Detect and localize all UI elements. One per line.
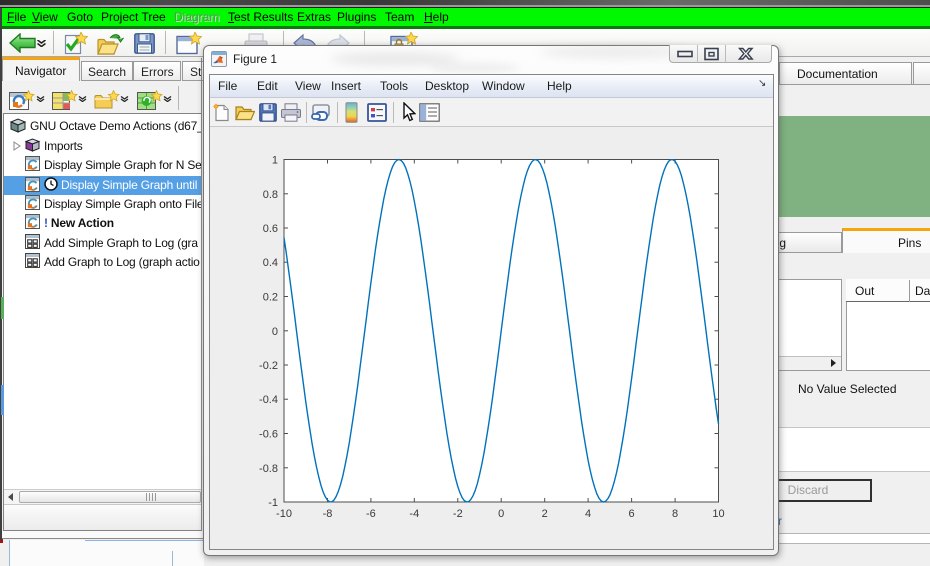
svg-text:0: 0: [498, 508, 504, 520]
svg-text:0.8: 0.8: [263, 189, 278, 201]
svg-text:0: 0: [272, 326, 278, 338]
svg-text:0.6: 0.6: [263, 223, 278, 235]
svg-text:-0.2: -0.2: [259, 360, 278, 372]
svg-text:10: 10: [712, 508, 724, 520]
svg-text:-6: -6: [366, 508, 376, 520]
svg-text:-0.8: -0.8: [259, 463, 278, 475]
svg-text:6: 6: [629, 508, 635, 520]
svg-text:4: 4: [585, 508, 591, 520]
svg-text:-8: -8: [323, 508, 333, 520]
svg-text:-10: -10: [276, 508, 292, 520]
svg-text:0.4: 0.4: [263, 257, 278, 269]
svg-text:1: 1: [272, 155, 278, 167]
svg-text:-0.4: -0.4: [259, 394, 278, 406]
svg-text:-0.6: -0.6: [259, 429, 278, 441]
svg-text:-2: -2: [453, 508, 463, 520]
svg-text:0.2: 0.2: [263, 292, 278, 304]
svg-text:2: 2: [542, 508, 548, 520]
svg-text:8: 8: [672, 508, 678, 520]
svg-text:-4: -4: [409, 508, 419, 520]
svg-text:-1: -1: [268, 497, 278, 509]
